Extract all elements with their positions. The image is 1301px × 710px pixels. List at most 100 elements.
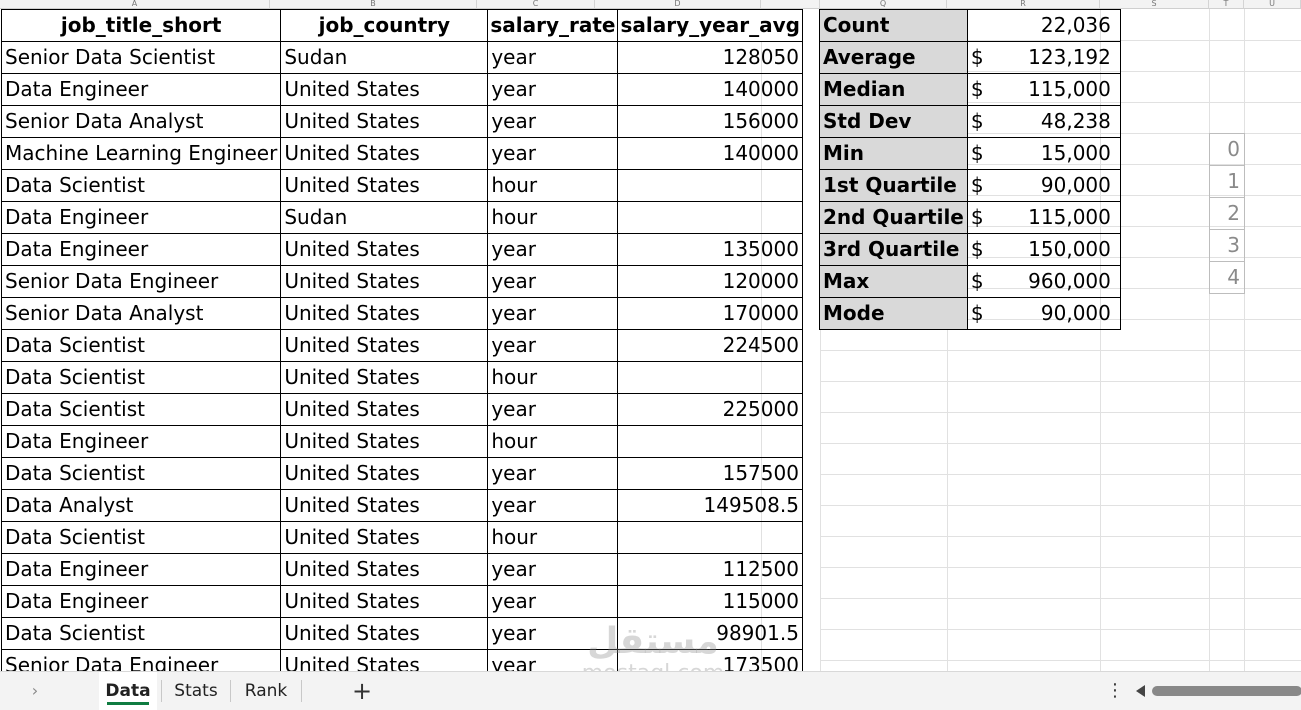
job-country-cell[interactable]: Sudan — [280, 41, 489, 74]
stat-label[interactable]: 2nd Quartile — [819, 201, 968, 234]
quartile-index-cell[interactable]: 1 — [1209, 165, 1245, 198]
job-title-cell[interactable]: Data Engineer — [0, 585, 282, 618]
job-country-cell[interactable]: United States — [280, 457, 489, 490]
job-title-cell[interactable]: Machine Learning Engineer — [0, 137, 282, 170]
stat-value-cell[interactable]: $90,000 — [966, 297, 1121, 330]
job-title-cell[interactable]: Senior Data Engineer — [0, 649, 282, 671]
column-header[interactable]: S — [1100, 0, 1209, 9]
salary-year-avg-cell[interactable]: 140000 — [617, 73, 803, 106]
salary-rate-cell[interactable]: hour — [487, 169, 619, 202]
tab-stats[interactable]: Stats — [168, 672, 224, 710]
salary-rate-cell[interactable]: year — [487, 553, 619, 586]
salary-rate-cell[interactable]: year — [487, 297, 619, 330]
stat-value-cell[interactable]: $115,000 — [966, 73, 1121, 106]
tab-data[interactable]: Data — [99, 672, 157, 710]
salary-year-avg-cell[interactable]: 170000 — [617, 297, 803, 330]
job-country-cell[interactable]: United States — [280, 393, 489, 426]
salary-year-avg-cell[interactable]: 120000 — [617, 265, 803, 298]
job-country-cell[interactable]: United States — [280, 233, 489, 266]
job-country-cell[interactable]: United States — [280, 425, 489, 458]
job-country-cell[interactable]: United States — [280, 105, 489, 138]
stat-value-cell[interactable]: $15,000 — [966, 137, 1121, 170]
job-country-cell[interactable]: United States — [280, 649, 489, 671]
quartile-index-cell[interactable]: 2 — [1209, 197, 1245, 230]
stat-label[interactable]: 3rd Quartile — [819, 233, 968, 266]
job-title-cell[interactable]: Senior Data Analyst — [0, 105, 282, 138]
job-title-cell[interactable]: Data Scientist — [0, 361, 282, 394]
chevron-right-icon[interactable]: › — [26, 672, 44, 710]
job-country-cell[interactable]: United States — [280, 265, 489, 298]
salary-year-avg-cell[interactable]: 135000 — [617, 233, 803, 266]
salary-rate-cell[interactable]: year — [487, 585, 619, 618]
column-header[interactable]: R — [947, 0, 1100, 9]
job-title-cell[interactable]: Data Engineer — [0, 553, 282, 586]
salary-rate-cell[interactable]: year — [487, 649, 619, 671]
spreadsheet-grid[interactable]: A B C D Q R S T U job_title_short job_country sa… — [0, 0, 1301, 671]
scroll-left-icon[interactable] — [1136, 685, 1145, 697]
salary-rate-cell[interactable]: hour — [487, 521, 619, 554]
job-country-cell[interactable]: United States — [280, 73, 489, 106]
job-title-cell[interactable]: Data Engineer — [0, 73, 282, 106]
job-title-cell[interactable]: Data Engineer — [0, 201, 282, 234]
stat-label[interactable]: Max — [819, 265, 968, 298]
add-sheet-icon[interactable]: + — [350, 672, 374, 710]
column-header[interactable] — [761, 0, 820, 9]
column-header[interactable]: T — [1209, 0, 1244, 9]
job-country-cell[interactable]: United States — [280, 169, 489, 202]
job-title-cell[interactable]: Data Scientist — [0, 393, 282, 426]
job-country-cell[interactable]: United States — [280, 617, 489, 650]
job-country-cell[interactable]: Sudan — [280, 201, 489, 234]
column-header[interactable]: D — [595, 0, 761, 9]
column-header[interactable]: U — [1244, 0, 1301, 9]
salary-year-avg-cell[interactable]: 157500 — [617, 457, 803, 490]
salary-rate-cell[interactable]: year — [487, 233, 619, 266]
job-title-cell[interactable]: Data Scientist — [0, 617, 282, 650]
salary-year-avg-cell[interactable]: 98901.5 — [617, 617, 803, 650]
salary-year-avg-cell[interactable]: 225000 — [617, 393, 803, 426]
salary-year-avg-cell[interactable]: 156000 — [617, 105, 803, 138]
salary-year-avg-cell[interactable]: 173500 — [617, 649, 803, 671]
tab-rank[interactable]: Rank — [236, 672, 296, 710]
stat-label[interactable]: Std Dev — [819, 105, 968, 138]
more-options-icon[interactable]: ⋮ — [1106, 672, 1124, 710]
salary-rate-cell[interactable]: year — [487, 105, 619, 138]
salary-year-avg-cell[interactable] — [617, 521, 803, 554]
salary-rate-cell[interactable]: year — [487, 265, 619, 298]
job-country-cell[interactable]: United States — [280, 329, 489, 362]
job-title-cell[interactable]: Data Analyst — [0, 489, 282, 522]
job-country-cell[interactable]: United States — [280, 585, 489, 618]
job-title-cell[interactable]: Data Engineer — [0, 425, 282, 458]
salary-year-avg-cell[interactable]: 140000 — [617, 137, 803, 170]
column-header[interactable]: C — [477, 0, 595, 9]
stat-value-cell[interactable]: $960,000 — [966, 265, 1121, 298]
salary-rate-cell[interactable]: hour — [487, 201, 619, 234]
header-salary-year-avg[interactable]: salary_year_avg — [617, 9, 803, 42]
stat-label[interactable]: Median — [819, 73, 968, 106]
salary-year-avg-cell[interactable] — [617, 201, 803, 234]
salary-rate-cell[interactable]: hour — [487, 425, 619, 458]
header-salary-rate[interactable]: salary_rate — [487, 9, 619, 42]
job-title-cell[interactable]: Data Scientist — [0, 521, 282, 554]
job-title-cell[interactable]: Senior Data Engineer — [0, 265, 282, 298]
quartile-index-cell[interactable]: 3 — [1209, 229, 1245, 262]
stat-value-cell[interactable]: $150,000 — [966, 233, 1121, 266]
job-country-cell[interactable]: United States — [280, 489, 489, 522]
column-header[interactable]: A — [0, 0, 270, 9]
salary-year-avg-cell[interactable] — [617, 169, 803, 202]
job-title-cell[interactable]: Data Scientist — [0, 457, 282, 490]
job-country-cell[interactable]: United States — [280, 553, 489, 586]
job-title-cell[interactable]: Data Scientist — [0, 329, 282, 362]
job-title-cell[interactable]: Data Scientist — [0, 169, 282, 202]
salary-rate-cell[interactable]: year — [487, 393, 619, 426]
column-header[interactable]: B — [270, 0, 477, 9]
job-country-cell[interactable]: United States — [280, 361, 489, 394]
salary-year-avg-cell[interactable]: 115000 — [617, 585, 803, 618]
salary-rate-cell[interactable]: hour — [487, 361, 619, 394]
salary-year-avg-cell[interactable]: 224500 — [617, 329, 803, 362]
salary-year-avg-cell[interactable]: 149508.5 — [617, 489, 803, 522]
job-title-cell[interactable]: Senior Data Scientist — [0, 41, 282, 74]
job-country-cell[interactable]: United States — [280, 137, 489, 170]
column-header[interactable]: Q — [820, 0, 947, 9]
quartile-index-cell[interactable]: 0 — [1209, 133, 1245, 166]
salary-rate-cell[interactable]: year — [487, 489, 619, 522]
